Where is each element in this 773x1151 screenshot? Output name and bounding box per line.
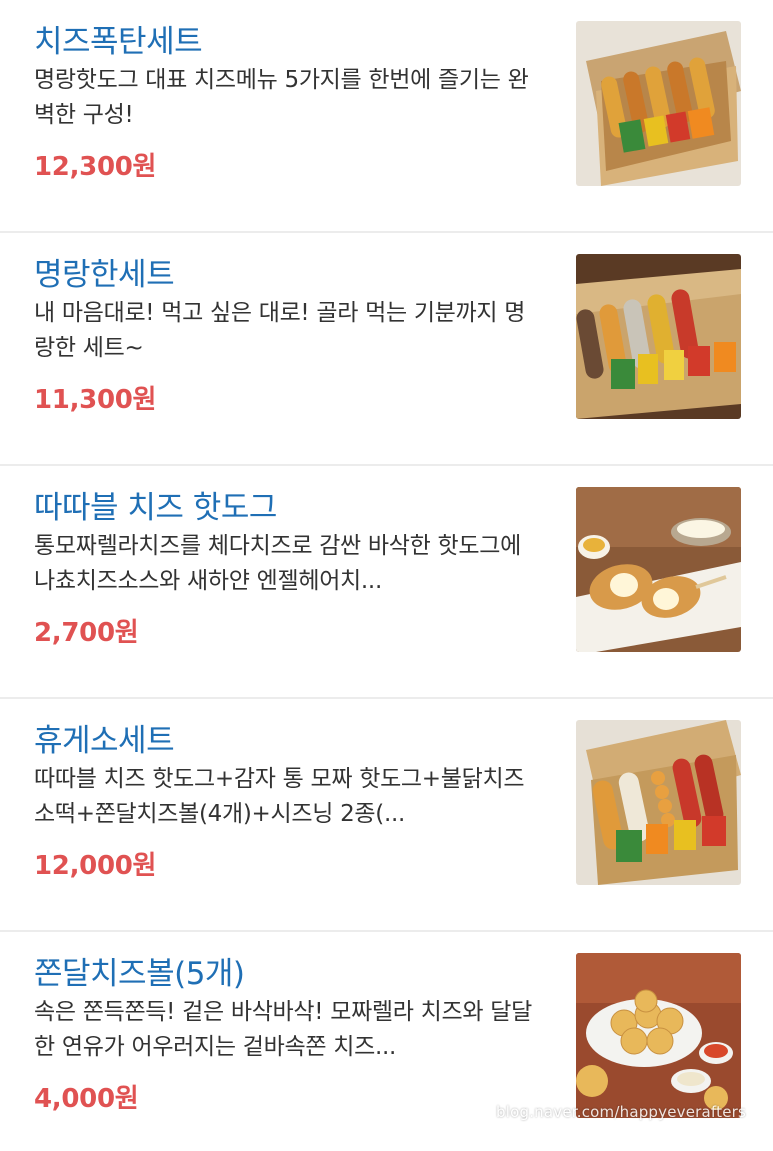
menu-item-description: 통모짜렐라치즈를 체다치즈로 감싼 바삭한 핫도그에 나쵸치즈소스와 새하얀 엔…: [34, 533, 521, 594]
menu-item-name[interactable]: 쫀달치즈볼(5개): [34, 948, 245, 993]
menu-item-description: 명랑핫도그 대표 치즈메뉴 5가지를 한번에 즐기는 완벽한 구성!: [34, 67, 529, 128]
menu-item-name[interactable]: 따따블 치즈 핫도그: [34, 482, 277, 527]
menu-item-rest-area-set[interactable]: 휴게소세트 따따블 치즈 핫도그+감자 통 모짜 핫도그+불닭치즈소떡+쫀달치즈…: [0, 699, 773, 932]
menu-item-name[interactable]: 휴게소세트: [34, 715, 175, 760]
menu-item-photo[interactable]: [576, 487, 741, 652]
menu-item-price: 12,300원: [34, 152, 157, 182]
menu-item-description: 따따블 치즈 핫도그+감자 통 모짜 핫도그+불닭치즈소떡+쫀달치즈볼(4개)+…: [34, 766, 525, 827]
menu-item-price: 2,700원: [34, 618, 139, 648]
menu-item-price: 12,000원: [34, 851, 157, 881]
menu-item-double-cheese-hotdog[interactable]: 따따블 치즈 핫도그 통모짜렐라치즈를 체다치즈로 감싼 바삭한 핫도그에 나쵸…: [0, 466, 773, 699]
hotdog-box-photo-icon: [576, 21, 741, 186]
menu-item-cheese-bomb-set[interactable]: 치즈폭탄세트 명랑핫도그 대표 치즈메뉴 5가지를 한번에 즐기는 완벽한 구성…: [0, 0, 773, 233]
menu-item-price: 4,000원: [34, 1084, 139, 1114]
menu-item-myungrang-set[interactable]: 명랑한세트 내 마음대로! 먹고 싶은 대로! 골라 먹는 기분까지 명랑한 세…: [0, 233, 773, 466]
cheese-hotdog-photo-icon: [576, 487, 741, 652]
menu-item-photo[interactable]: [576, 254, 741, 419]
cheese-ball-photo-icon: [576, 953, 741, 1118]
hotdog-box-photo-icon: [576, 254, 741, 419]
menu-item-photo[interactable]: [576, 953, 741, 1118]
hotdog-box-photo-icon: [576, 720, 741, 885]
menu-item-price: 11,300원: [34, 385, 157, 415]
menu-item-name[interactable]: 명랑한세트: [34, 249, 175, 294]
menu-item-photo[interactable]: [576, 720, 741, 885]
menu-list: 치즈폭탄세트 명랑핫도그 대표 치즈메뉴 5가지를 한번에 즐기는 완벽한 구성…: [0, 0, 773, 1151]
menu-item-description: 속은 쫀득쫀득! 겉은 바삭바삭! 모짜렐라 치즈와 달달한 연유가 어우러지는…: [34, 999, 532, 1060]
menu-item-name[interactable]: 치즈폭탄세트: [34, 16, 203, 61]
menu-item-description: 내 마음대로! 먹고 싶은 대로! 골라 먹는 기분까지 명랑한 세트~: [34, 300, 526, 361]
blog-watermark: blog.naver.com/happyeverafters: [496, 1103, 747, 1121]
menu-item-photo[interactable]: [576, 21, 741, 186]
